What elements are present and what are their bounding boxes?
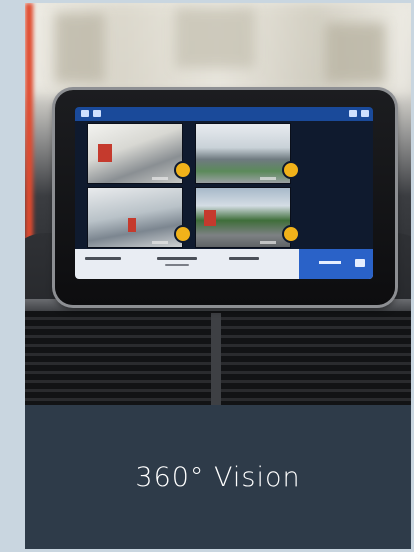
screen-tab	[85, 257, 121, 260]
camera-view-front	[87, 123, 183, 184]
infotainment-bezel	[55, 90, 395, 305]
screen-top-bar	[75, 107, 373, 121]
camera-icon	[93, 110, 101, 117]
screen-tab-sub	[165, 264, 189, 266]
camera-badge-icon	[282, 225, 300, 243]
close-icon	[361, 110, 369, 117]
background-window	[55, 13, 105, 83]
caption-area: 360° Vision	[25, 405, 411, 549]
background-window	[175, 8, 255, 68]
vent-divider	[211, 313, 221, 405]
camera-badge-icon	[174, 161, 192, 179]
camera-view-right	[195, 187, 291, 248]
feature-photo	[25, 3, 411, 405]
feature-caption: 360° Vision	[135, 461, 301, 493]
settings-icon	[349, 110, 357, 117]
camera-badge-icon	[174, 225, 192, 243]
screen-tab	[157, 257, 197, 260]
menu-icon	[81, 110, 89, 117]
background-window	[325, 23, 385, 83]
feature-card: 360° Vision	[25, 3, 411, 549]
screen-tab	[229, 257, 259, 260]
screen-active-tab	[299, 249, 373, 279]
camera-badge-icon	[282, 161, 300, 179]
camera-view-rear	[195, 123, 291, 184]
infotainment-screen	[75, 107, 373, 279]
screen-bottom-bar	[75, 249, 373, 279]
camera-view-left	[87, 187, 183, 248]
